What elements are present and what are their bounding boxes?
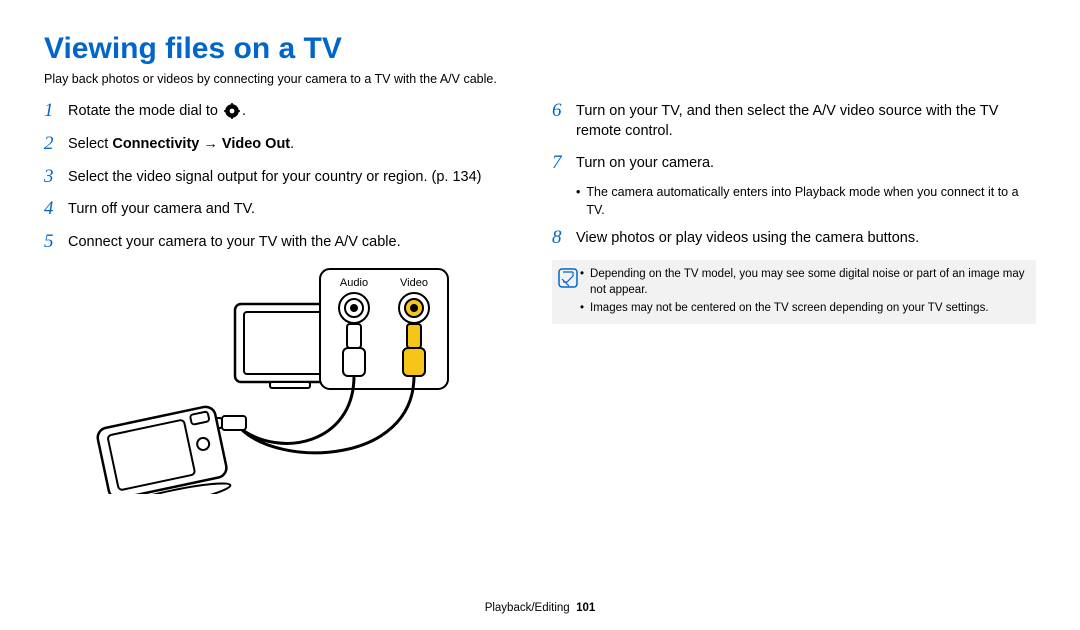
connection-diagram: Audio Video — [70, 264, 528, 499]
step: 1Rotate the mode dial to . — [44, 100, 528, 123]
step-text: Select Connectivity → Video Out. — [68, 133, 294, 154]
step-number: 1 — [44, 100, 68, 123]
step: 7Turn on your camera. — [552, 152, 1036, 175]
step-number: 3 — [44, 166, 68, 189]
footer-page-number: 101 — [576, 602, 595, 614]
note-item: Images may not be centered on the TV scr… — [580, 300, 1026, 316]
step-text: Select the video signal output for your … — [68, 166, 481, 187]
step-number: 5 — [44, 231, 68, 254]
step-number: 7 — [552, 152, 576, 175]
step: 6Turn on your TV, and then select the A/… — [552, 100, 1036, 142]
step-text: Turn on your TV, and then select the A/V… — [576, 100, 1036, 142]
step-text: Rotate the mode dial to . — [68, 100, 246, 121]
video-label: Video — [400, 277, 428, 289]
step-number: 6 — [552, 100, 576, 123]
audio-label: Audio — [340, 277, 368, 289]
step-text: Turn off your camera and TV. — [68, 198, 255, 219]
footer-section: Playback/Editing — [485, 602, 570, 614]
page-footer: Playback/Editing 101 — [0, 602, 1080, 614]
left-column: 1Rotate the mode dial to .2Select Connec… — [44, 100, 528, 499]
step-number: 8 — [552, 227, 576, 250]
step-sub-bullets: The camera automatically enters into Pla… — [576, 184, 1036, 219]
sub-bullet: The camera automatically enters into Pla… — [576, 184, 1036, 219]
step-text: Connect your camera to your TV with the … — [68, 231, 401, 252]
step: 2Select Connectivity → Video Out. — [44, 133, 528, 156]
step: 3Select the video signal output for your… — [44, 166, 528, 189]
step-text: Turn on your camera. — [576, 152, 714, 173]
step-number: 2 — [44, 133, 68, 156]
step-number: 4 — [44, 198, 68, 221]
step-text: View photos or play videos using the cam… — [576, 227, 919, 248]
note-icon — [558, 266, 580, 318]
right-column: 6Turn on your TV, and then select the A/… — [552, 100, 1036, 499]
page-title: Viewing files on a TV — [44, 32, 1036, 66]
step: 4Turn off your camera and TV. — [44, 198, 528, 221]
page-subtitle: Play back photos or videos by connecting… — [44, 72, 1036, 86]
note-box: Depending on the TV model, you may see s… — [552, 260, 1036, 324]
step: 8View photos or play videos using the ca… — [552, 227, 1036, 250]
step: 5Connect your camera to your TV with the… — [44, 231, 528, 254]
note-item: Depending on the TV model, you may see s… — [580, 266, 1026, 298]
